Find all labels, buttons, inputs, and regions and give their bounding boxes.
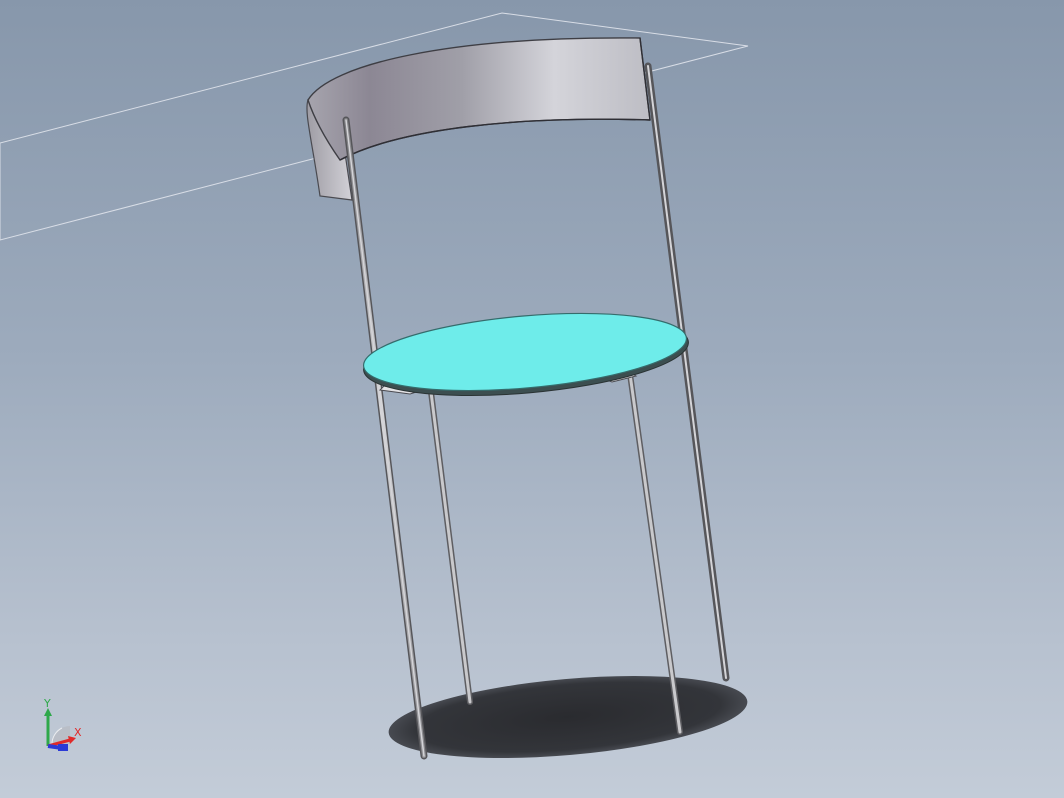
backrest[interactable] [306, 37, 651, 201]
floor-shadow [388, 676, 748, 758]
triad-x-label: X [74, 726, 82, 739]
backrest-panel[interactable] [307, 37, 651, 161]
graphics-viewport[interactable]: Y X [0, 0, 1064, 798]
model-scene[interactable] [0, 0, 1064, 798]
triad-y-label: Y [43, 697, 51, 710]
seat-top[interactable] [360, 302, 689, 402]
coordinate-triad: Y X [43, 697, 82, 751]
seat[interactable] [360, 302, 691, 407]
